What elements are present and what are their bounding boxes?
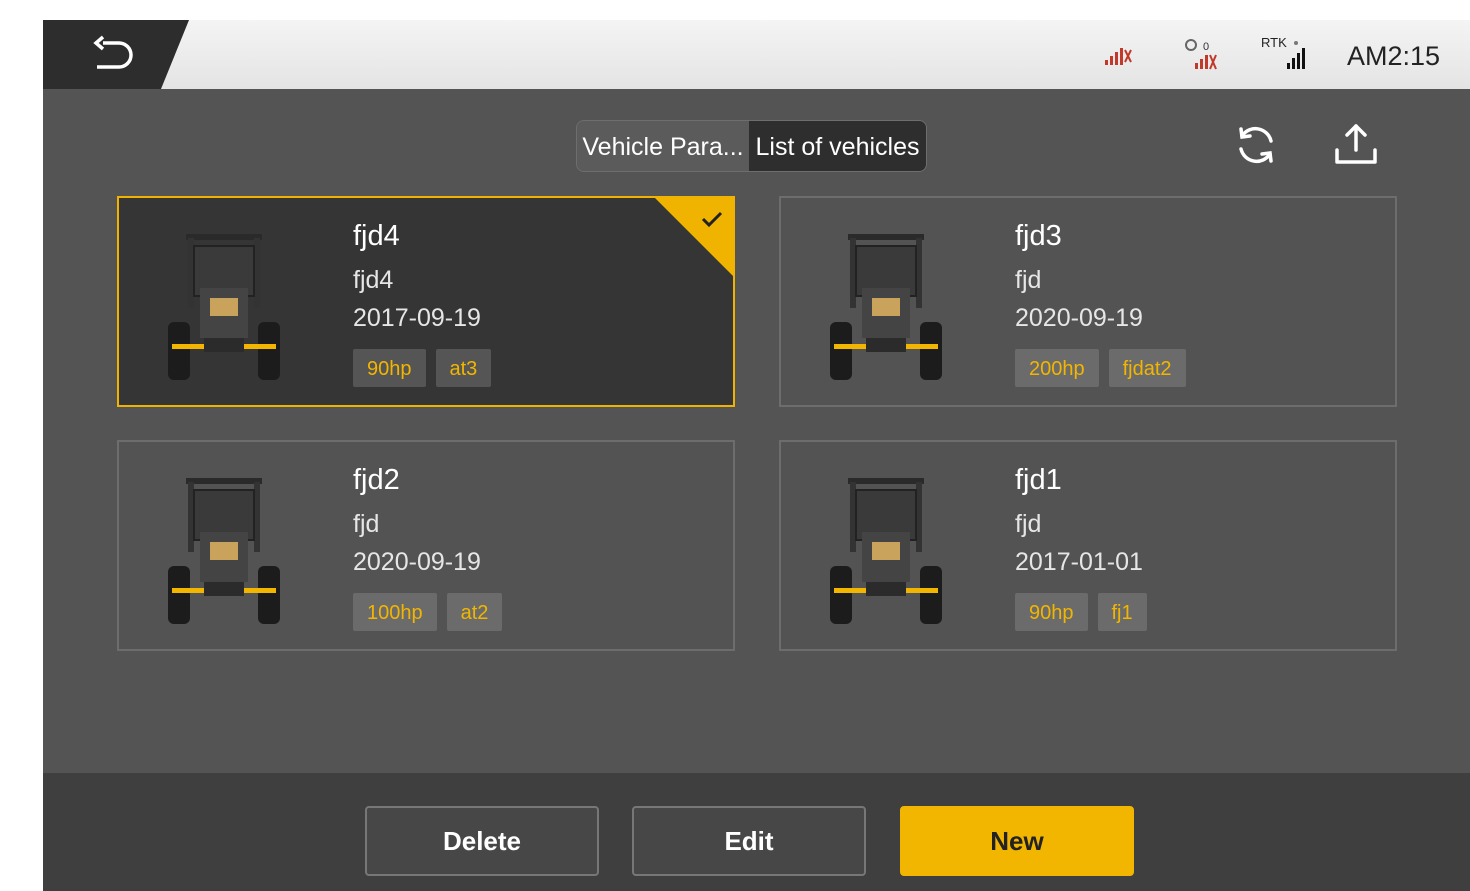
tag-horsepower: 90hp — [1015, 593, 1088, 631]
tag-implement: fjdat2 — [1108, 349, 1186, 387]
tractor-icon — [168, 234, 280, 380]
tractor-icon — [830, 234, 942, 380]
vehicle-name: fjd1 — [1015, 464, 1062, 496]
delete-button[interactable]: Delete — [365, 806, 599, 876]
tractor-icon — [830, 478, 942, 624]
vehicle-date: 2017-01-01 — [1015, 548, 1143, 576]
vehicle-date: 2020-09-19 — [353, 548, 481, 576]
vehicle-model: fjd4 — [353, 266, 394, 294]
upload-button[interactable] — [1331, 120, 1381, 175]
top-bar: 0 RTK AM2:15 — [43, 20, 1470, 89]
back-arrow-icon — [93, 35, 133, 69]
tag-implement: at2 — [446, 593, 503, 631]
tab-list-of-vehicles[interactable]: List of vehicles — [749, 121, 926, 171]
vehicle-model: fjd — [1015, 510, 1042, 538]
vehicle-tags: 90hp fj1 — [1015, 593, 1147, 631]
tag-horsepower: 90hp — [353, 349, 426, 387]
vehicle-card[interactable]: fjd1 fjd 2017-01-01 90hp fj1 — [779, 440, 1397, 651]
vehicle-card[interactable]: fjd4 fjd4 2017-09-19 90hp at3 — [117, 196, 735, 407]
vehicle-name: fjd3 — [1015, 220, 1062, 252]
rtk-signal-icon: RTK — [1259, 20, 1315, 89]
vehicle-tags: 90hp at3 — [353, 349, 492, 387]
tag-horsepower: 100hp — [353, 593, 437, 631]
cellular-signal-icon — [1103, 20, 1135, 89]
tag-implement: fj1 — [1097, 593, 1147, 631]
vehicle-date: 2017-09-19 — [353, 304, 481, 332]
vehicle-tags: 200hp fjdat2 — [1015, 349, 1186, 387]
checkmark-icon — [701, 211, 723, 228]
view-tabs: Vehicle Para... List of vehicles — [576, 120, 927, 172]
new-button[interactable]: New — [900, 806, 1134, 876]
app-window: 0 RTK AM2:15 Vehicle Para... List of veh… — [43, 20, 1470, 891]
tractor-icon — [168, 478, 280, 624]
refresh-icon — [1239, 126, 1273, 164]
status-time: AM2:15 — [1346, 41, 1440, 71]
vehicle-model: fjd — [1015, 266, 1042, 294]
vehicle-model: fjd — [353, 510, 380, 538]
back-button[interactable] — [43, 20, 189, 89]
refresh-button[interactable] — [1231, 120, 1281, 175]
satellite-signal-icon: 0 — [1181, 20, 1223, 89]
selected-indicator — [655, 198, 733, 276]
vehicle-card[interactable]: fjd2 fjd 2020-09-19 100hp at2 — [117, 440, 735, 651]
tag-implement: at3 — [435, 349, 492, 387]
tab-vehicle-parameters[interactable]: Vehicle Para... — [577, 121, 749, 171]
action-bar: Delete Edit New — [43, 773, 1470, 891]
tag-horsepower: 200hp — [1015, 349, 1099, 387]
vehicle-date: 2020-09-19 — [1015, 304, 1143, 332]
svg-text:0: 0 — [1203, 41, 1209, 53]
edit-button[interactable]: Edit — [632, 806, 866, 876]
vehicle-name: fjd2 — [353, 464, 400, 496]
upload-icon — [1335, 124, 1377, 164]
vehicle-tags: 100hp at2 — [353, 593, 503, 631]
vehicle-card[interactable]: fjd3 fjd 2020-09-19 200hp fjdat2 — [779, 196, 1397, 407]
vehicle-name: fjd4 — [353, 220, 400, 252]
